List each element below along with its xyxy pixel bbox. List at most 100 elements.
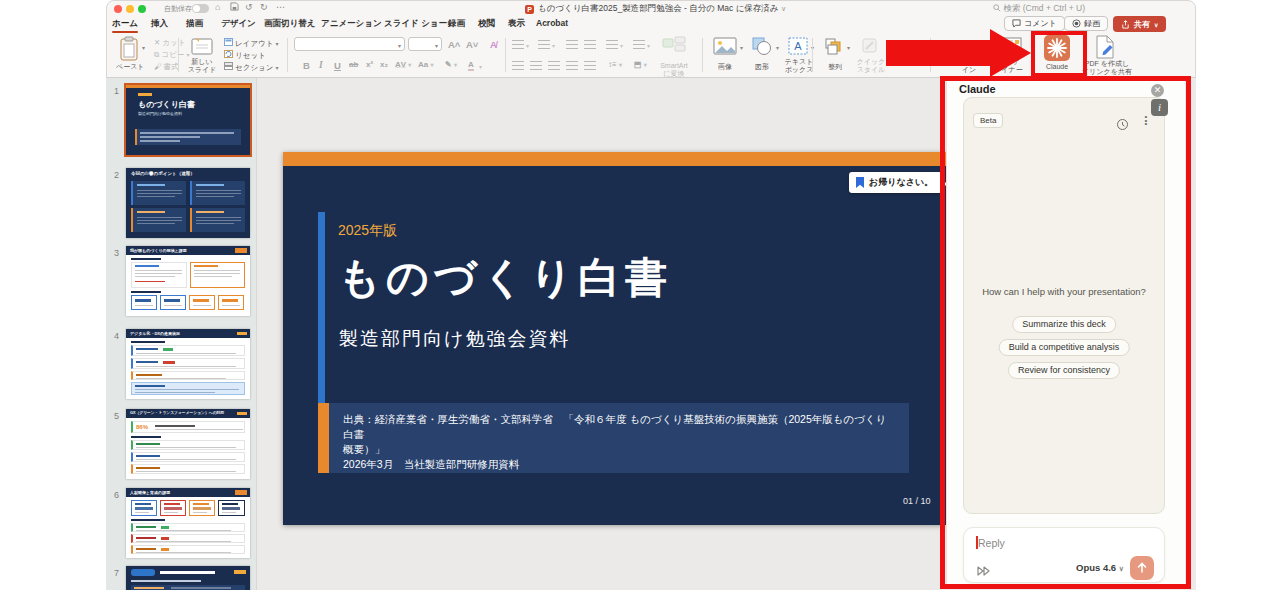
slide-number: 7 — [114, 568, 119, 578]
tab-view[interactable]: 表示 — [508, 18, 525, 30]
annotation-claude-button-highlight — [1031, 31, 1087, 77]
highlight-icon[interactable]: ✎ ▾ — [445, 60, 457, 69]
shapes-label[interactable]: 図形 — [749, 63, 775, 71]
tab-home[interactable]: ホーム — [112, 18, 138, 30]
strikethrough-icon[interactable]: ab — [349, 60, 358, 69]
outdent-icon[interactable] — [566, 40, 578, 49]
bold-icon[interactable]: B — [303, 60, 310, 71]
text-direction-icon[interactable]: ⬒ ▾ — [634, 60, 647, 69]
save-icon[interactable] — [230, 2, 239, 13]
slide-subtitle[interactable]: 製造部門向け勉強会資料 — [339, 326, 570, 352]
more-icon[interactable]: ⋯ — [276, 2, 286, 12]
tab-animations[interactable]: アニメーション — [321, 18, 382, 30]
titlebar: 自動保存 ⌂ ↺ ↻ ⋯ Pものづくり白書2025_製造部門勉強会 - 自分の … — [106, 0, 1196, 16]
change-case-icon[interactable]: Aa ▾ — [418, 60, 433, 69]
section-button[interactable]: セクション ▾ — [224, 62, 279, 73]
textbox-label[interactable]: テキストボックス — [784, 58, 814, 73]
tab-design[interactable]: デザイン — [221, 18, 256, 30]
format-painter-button[interactable]: 🖌 書式 — [154, 62, 179, 72]
font-size-select[interactable]: ▾ — [408, 37, 442, 51]
arrange-label[interactable]: 整列 — [822, 63, 848, 71]
record-button[interactable]: 録画 — [1064, 16, 1108, 31]
tab-acrobat[interactable]: Acrobat — [536, 18, 568, 28]
ribbon-tab-row: ホーム 挿入 描画 デザイン 画面切り替え アニメーション スライド ショー 録… — [106, 16, 1196, 32]
line-spacing-icon[interactable] — [606, 40, 618, 49]
redo-icon[interactable]: ↻ — [260, 2, 268, 12]
tab-draw[interactable]: 描画 — [186, 18, 203, 30]
char-spacing-icon[interactable]: A̲V̲ ▾ — [395, 60, 411, 69]
justify-icon[interactable] — [566, 61, 578, 70]
home-icon[interactable]: ⌂ — [215, 2, 220, 12]
picture-label[interactable]: 画像 — [712, 63, 738, 71]
slide-left-accent-bar — [318, 212, 325, 403]
picture-icon[interactable] — [713, 37, 737, 59]
font-family-select[interactable]: ▾ — [294, 37, 405, 51]
slide-thumbnail-5[interactable]: GX（グリーン・トランスフォーメーション）への対応 86% — [126, 409, 250, 479]
subscript-icon[interactable]: x₂ — [380, 60, 388, 69]
indent-icon[interactable] — [584, 40, 596, 49]
tab-transitions[interactable]: 画面切り替え — [264, 18, 315, 30]
copy-button[interactable]: ⧉ コピー ▾ — [154, 50, 189, 60]
tab-insert[interactable]: 挿入 — [151, 18, 168, 30]
maximize-window-button[interactable] — [138, 5, 146, 13]
pdf-button[interactable]: PDF を作成してリンクを共有 — [1082, 60, 1132, 75]
slide-thumbnail-4[interactable]: デジタル化・DXの進展状況 — [126, 329, 250, 399]
vertical-align-icon[interactable]: ↕≡ ▾ — [608, 60, 622, 69]
numbering-icon[interactable] — [538, 40, 550, 49]
distribute-icon[interactable] — [584, 61, 596, 70]
slide-year-tag[interactable]: 2025年版 — [338, 222, 397, 240]
shapes-icon[interactable] — [751, 36, 773, 60]
undo-icon[interactable]: ↺ — [245, 2, 253, 12]
pdf-icon[interactable] — [1094, 35, 1116, 63]
autosave-toggle[interactable] — [192, 4, 209, 13]
underline-icon[interactable]: U — [334, 60, 341, 71]
slide-thumbnail-1[interactable]: ものづくり白書 製造部門向け勉強会資料 — [126, 85, 250, 155]
new-slide-button[interactable]: 新しいスライド — [186, 58, 218, 73]
align-left-icon[interactable] — [512, 61, 524, 70]
slide-number: 3 — [114, 248, 119, 258]
slide-number: 2 — [114, 170, 119, 180]
tab-record[interactable]: 録画 — [448, 18, 465, 30]
paste-label[interactable]: ペースト — [116, 63, 144, 71]
tab-slideshow[interactable]: スライド ショー — [384, 18, 447, 30]
superscript-icon[interactable]: x² — [366, 60, 373, 69]
close-window-button[interactable] — [114, 5, 122, 13]
designer-label[interactable]: デザイナー — [996, 58, 1028, 73]
align-center-icon[interactable] — [530, 61, 542, 70]
increase-font-icon[interactable]: A˄ — [448, 39, 460, 50]
reset-button[interactable]: リセット — [224, 50, 266, 61]
tab-review[interactable]: 校閲 — [478, 18, 495, 30]
columns-icon[interactable] — [633, 40, 645, 49]
font-color-icon[interactable]: A — [468, 60, 474, 71]
textbox-icon[interactable]: A — [788, 37, 808, 59]
minimize-window-button[interactable] — [126, 5, 134, 13]
cut-button[interactable]: ✕ カット — [154, 38, 185, 48]
designer-icon[interactable] — [1002, 37, 1022, 57]
quick-styles-icon[interactable] — [860, 36, 880, 60]
slide-top-accent-bar — [283, 152, 946, 166]
slide-thumbnail-7[interactable] — [126, 566, 250, 590]
slide-thumbnail-3[interactable]: 我が国ものづくりの現状と課題 — [126, 246, 250, 316]
slide-page-indicator: 01 / 10 — [903, 496, 931, 506]
slide-title[interactable]: ものづくり白書 — [338, 250, 672, 306]
clear-format-icon[interactable]: A̸ — [490, 39, 497, 50]
share-button[interactable]: 共有 ∨ — [1113, 16, 1166, 32]
align-right-icon[interactable] — [548, 61, 560, 70]
layout-button[interactable]: レイアウト ▾ — [224, 38, 279, 49]
annotation-panel-highlight — [940, 76, 1191, 589]
italic-icon[interactable]: I — [319, 60, 323, 70]
smartart-icon[interactable] — [662, 36, 686, 56]
search-field[interactable]: 検索 (Cmd + Ctrl + U) — [993, 3, 1085, 15]
addins-label[interactable]: アドイン — [954, 58, 984, 73]
slide-thumbnail-2[interactable]: 今回の白書のポイント（速報） — [126, 168, 250, 238]
arrange-icon[interactable] — [824, 37, 844, 59]
slide-thumbnail-6[interactable]: 人材確保と育成の課題 — [126, 488, 250, 558]
paste-icon[interactable] — [118, 36, 140, 66]
slide-canvas[interactable]: 2025年版 ものづくり白書 製造部門向け勉強会資料 出典：経済産業省・厚生労働… — [283, 152, 946, 525]
comments-button[interactable]: コメント — [1004, 16, 1065, 31]
smartart-label[interactable]: SmartArtに変換 — [656, 62, 692, 77]
bullets-icon[interactable] — [512, 40, 524, 49]
decrease-font-icon[interactable]: A˅ — [466, 39, 478, 50]
quick-styles-label[interactable]: クイックスタイル — [856, 58, 886, 73]
slide-source-box[interactable]: 出典：経済産業省・厚生労働省・文部科学省 「令和６年度 ものづくり基盤技術の振興… — [318, 403, 909, 473]
